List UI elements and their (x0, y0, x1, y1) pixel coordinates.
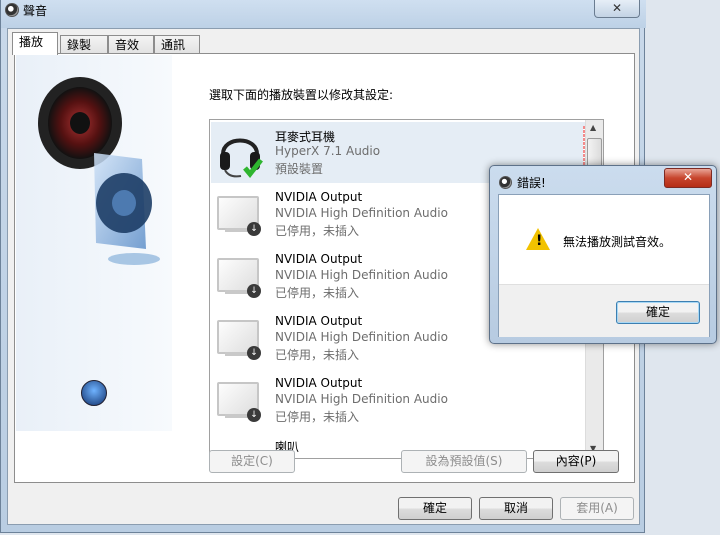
device-status: 已停用，未插入 (275, 410, 360, 424)
device-name: 耳麥式耳機 (275, 130, 336, 144)
headset-icon (217, 130, 263, 178)
speakers-illustration-icon (38, 77, 160, 265)
device-status: 已停用，未插入 (275, 286, 360, 300)
device-name: NVIDIA Output (275, 190, 363, 204)
device-driver: NVIDIA High Definition Audio (275, 392, 448, 406)
properties-button[interactable]: 內容(P) (533, 450, 619, 473)
device-name: NVIDIA Output (275, 314, 363, 328)
monitor-icon: ↓ (217, 378, 263, 424)
error-dialog-footer: 確定 (499, 284, 709, 337)
tab-recording[interactable]: 錄製 (60, 35, 108, 53)
window-title: 聲音 (23, 4, 48, 18)
device-driver: NVIDIA High Definition Audio (275, 206, 448, 220)
windows-orb-icon (81, 380, 107, 406)
tab-communications[interactable]: 通訊 (154, 35, 200, 53)
device-status: 預設裝置 (275, 162, 324, 176)
error-dialog: 錯誤! ✕ ! 無法播放測試音效。 確定 (489, 165, 717, 344)
device-driver: NVIDIA High Definition Audio (275, 268, 448, 282)
title-bar: 聲音 ✕ (1, 0, 646, 28)
error-close-button[interactable]: ✕ (664, 168, 712, 188)
cancel-button[interactable]: 取消 (479, 497, 553, 520)
list-item-nvidia-4[interactable]: ↓ NVIDIA Output NVIDIA High Definition A… (211, 370, 587, 431)
tab-playback[interactable]: 播放 (12, 32, 58, 55)
monitor-icon: ↓ (217, 192, 263, 238)
device-status: 已停用，未插入 (275, 224, 360, 238)
error-dialog-body: ! 無法播放測試音效。 確定 (498, 194, 710, 337)
monitor-icon: ↓ (217, 254, 263, 300)
device-driver: HyperX 7.1 Audio (275, 144, 381, 158)
scroll-up-icon[interactable]: ▲ (590, 123, 596, 132)
error-message: 無法播放測試音效。 (563, 235, 672, 249)
apply-button[interactable]: 套用(A) (560, 497, 634, 520)
configure-button[interactable]: 設定(C) (209, 450, 295, 473)
monitor-icon: ↓ (217, 316, 263, 362)
warning-mark-icon: ! (536, 233, 543, 249)
device-status: 已停用，未插入 (275, 348, 360, 362)
device-driver: NVIDIA High Definition Audio (275, 330, 448, 344)
error-dialog-title: 錯誤! (517, 176, 546, 190)
ok-button[interactable]: 確定 (398, 497, 472, 520)
device-name: NVIDIA Output (275, 252, 363, 266)
close-button[interactable]: ✕ (594, 0, 640, 18)
speaker-app-icon (5, 3, 19, 17)
instruction-text: 選取下面的播放裝置以修改其設定: (209, 88, 394, 102)
speaker-app-icon (499, 176, 512, 189)
decorative-pane (16, 55, 172, 431)
device-name: NVIDIA Output (275, 376, 363, 390)
set-default-button[interactable]: 設為預設值(S) (401, 450, 527, 473)
tab-sounds[interactable]: 音效 (108, 35, 154, 53)
error-ok-button[interactable]: 確定 (616, 301, 700, 324)
